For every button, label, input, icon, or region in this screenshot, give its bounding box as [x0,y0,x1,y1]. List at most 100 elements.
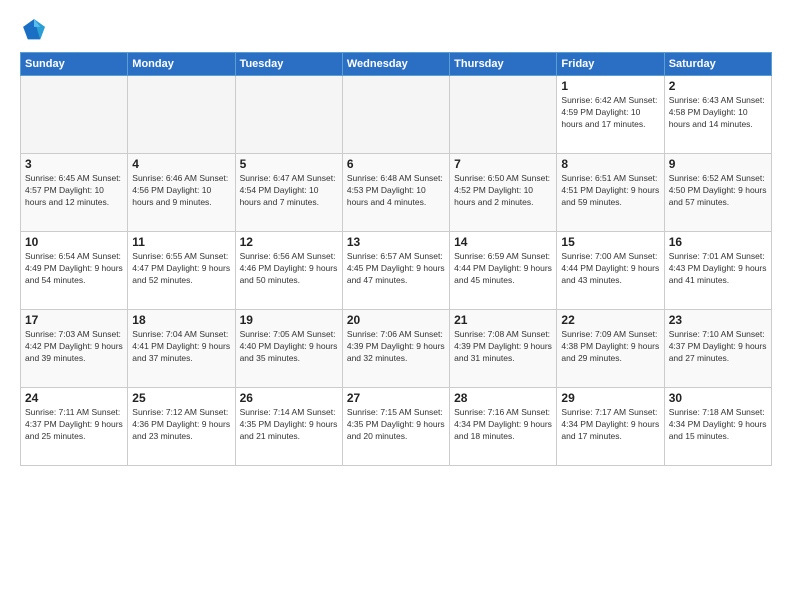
weekday-header-sunday: Sunday [21,53,128,76]
calendar-cell: 4 Sunrise: 6:46 AM Sunset: 4:56 PM Daylig… [128,154,235,232]
weekday-header-tuesday: Tuesday [235,53,342,76]
day-number: 5 [240,157,338,171]
calendar-week-1: 1Sunrise: 6:42 AM Sunset: 4:59 PM Daylig… [21,76,772,154]
calendar-cell: 3Sunrise: 6:45 AM Sunset: 4:57 PM Daylig… [21,154,128,232]
day-info: Sunrise: 7:12 AM Sunset: 4:36 PM Dayligh… [132,407,230,443]
calendar-cell: 12 Sunrise: 6:56 AM Sunset: 4:46 PM Dayli… [235,232,342,310]
calendar-cell: 28Sunrise: 7:16 AM Sunset: 4:34 PM Dayli… [450,388,557,466]
day-number: 6 [347,157,445,171]
day-number: 20 [347,313,445,327]
day-info: Sunrise: 6:50 AM Sunset: 4:52 PM Dayligh… [454,173,552,209]
calendar-cell [128,76,235,154]
calendar-cell [342,76,449,154]
calendar-cell: 15 Sunrise: 7:00 AM Sunset: 4:44 PM Dayli… [557,232,664,310]
calendar-cell: 7Sunrise: 6:50 AM Sunset: 4:52 PM Daylig… [450,154,557,232]
day-info: Sunrise: 6:43 AM Sunset: 4:58 PM Dayligh… [669,95,767,131]
logo [20,16,52,44]
day-info: Sunrise: 6:59 AM Sunset: 4:44 PM Dayligh… [454,251,552,287]
day-number: 29 [561,391,659,405]
day-number: 15 [561,235,659,249]
header [20,16,772,44]
calendar-table: SundayMondayTuesdayWednesdayThursdayFrid… [20,52,772,466]
calendar-cell: 27Sunrise: 7:15 AM Sunset: 4:35 PM Dayli… [342,388,449,466]
calendar-cell: 18 Sunrise: 7:04 AM Sunset: 4:41 PM Dayli… [128,310,235,388]
day-number: 21 [454,313,552,327]
day-number: 14 [454,235,552,249]
day-info: Sunrise: 7:18 AM Sunset: 4:34 PM Dayligh… [669,407,767,443]
day-number: 10 [25,235,123,249]
calendar-cell: 13 Sunrise: 6:57 AM Sunset: 4:45 PM Dayli… [342,232,449,310]
day-info: Sunrise: 7:14 AM Sunset: 4:35 PM Dayligh… [240,407,338,443]
day-info: Sunrise: 6:51 AM Sunset: 4:51 PM Dayligh… [561,173,659,209]
calendar-cell: 6 Sunrise: 6:48 AM Sunset: 4:53 PM Daylig… [342,154,449,232]
day-number: 4 [132,157,230,171]
day-number: 8 [561,157,659,171]
calendar-cell [235,76,342,154]
day-info: Sunrise: 6:47 AM Sunset: 4:54 PM Dayligh… [240,173,338,209]
page: SundayMondayTuesdayWednesdayThursdayFrid… [0,0,792,612]
day-info: Sunrise: 7:06 AM Sunset: 4:39 PM Dayligh… [347,329,445,365]
calendar-cell: 20 Sunrise: 7:06 AM Sunset: 4:39 PM Dayli… [342,310,449,388]
weekday-header-row: SundayMondayTuesdayWednesdayThursdayFrid… [21,53,772,76]
calendar-cell: 17Sunrise: 7:03 AM Sunset: 4:42 PM Dayli… [21,310,128,388]
calendar-cell: 21 Sunrise: 7:08 AM Sunset: 4:39 PM Dayli… [450,310,557,388]
day-info: Sunrise: 6:57 AM Sunset: 4:45 PM Dayligh… [347,251,445,287]
day-info: Sunrise: 7:10 AM Sunset: 4:37 PM Dayligh… [669,329,767,365]
day-number: 12 [240,235,338,249]
day-info: Sunrise: 6:54 AM Sunset: 4:49 PM Dayligh… [25,251,123,287]
calendar-week-2: 3Sunrise: 6:45 AM Sunset: 4:57 PM Daylig… [21,154,772,232]
calendar-cell: 22 Sunrise: 7:09 AM Sunset: 4:38 PM Dayli… [557,310,664,388]
day-info: Sunrise: 7:05 AM Sunset: 4:40 PM Dayligh… [240,329,338,365]
day-number: 9 [669,157,767,171]
day-info: Sunrise: 7:08 AM Sunset: 4:39 PM Dayligh… [454,329,552,365]
calendar-cell [450,76,557,154]
day-number: 16 [669,235,767,249]
calendar-cell: 25 Sunrise: 7:12 AM Sunset: 4:36 PM Dayli… [128,388,235,466]
day-number: 2 [669,79,767,93]
calendar-cell: 26 Sunrise: 7:14 AM Sunset: 4:35 PM Dayli… [235,388,342,466]
calendar-cell: 5 Sunrise: 6:47 AM Sunset: 4:54 PM Daylig… [235,154,342,232]
calendar-cell: 2 Sunrise: 6:43 AM Sunset: 4:58 PM Daylig… [664,76,771,154]
weekday-header-monday: Monday [128,53,235,76]
day-number: 30 [669,391,767,405]
day-info: Sunrise: 7:01 AM Sunset: 4:43 PM Dayligh… [669,251,767,287]
day-info: Sunrise: 6:56 AM Sunset: 4:46 PM Dayligh… [240,251,338,287]
day-number: 25 [132,391,230,405]
calendar-week-4: 17Sunrise: 7:03 AM Sunset: 4:42 PM Dayli… [21,310,772,388]
day-info: Sunrise: 7:15 AM Sunset: 4:35 PM Dayligh… [347,407,445,443]
weekday-header-thursday: Thursday [450,53,557,76]
weekday-header-friday: Friday [557,53,664,76]
day-info: Sunrise: 6:42 AM Sunset: 4:59 PM Dayligh… [561,95,659,131]
day-info: Sunrise: 7:17 AM Sunset: 4:34 PM Dayligh… [561,407,659,443]
calendar-week-5: 24 Sunrise: 7:11 AM Sunset: 4:37 PM Dayli… [21,388,772,466]
day-number: 11 [132,235,230,249]
calendar-cell: 11 Sunrise: 6:55 AM Sunset: 4:47 PM Dayli… [128,232,235,310]
calendar-cell: 10 Sunrise: 6:54 AM Sunset: 4:49 PM Dayli… [21,232,128,310]
calendar-cell: 30 Sunrise: 7:18 AM Sunset: 4:34 PM Dayli… [664,388,771,466]
day-number: 13 [347,235,445,249]
day-number: 26 [240,391,338,405]
day-info: Sunrise: 7:11 AM Sunset: 4:37 PM Dayligh… [25,407,123,443]
calendar-week-3: 10 Sunrise: 6:54 AM Sunset: 4:49 PM Dayli… [21,232,772,310]
calendar-cell: 16 Sunrise: 7:01 AM Sunset: 4:43 PM Dayli… [664,232,771,310]
day-info: Sunrise: 6:55 AM Sunset: 4:47 PM Dayligh… [132,251,230,287]
day-number: 18 [132,313,230,327]
calendar-cell: 29 Sunrise: 7:17 AM Sunset: 4:34 PM Dayli… [557,388,664,466]
day-info: Sunrise: 7:09 AM Sunset: 4:38 PM Dayligh… [561,329,659,365]
calendar-cell: 8 Sunrise: 6:51 AM Sunset: 4:51 PM Daylig… [557,154,664,232]
day-info: Sunrise: 6:52 AM Sunset: 4:50 PM Dayligh… [669,173,767,209]
day-info: Sunrise: 7:04 AM Sunset: 4:41 PM Dayligh… [132,329,230,365]
logo-icon [20,16,48,44]
day-info: Sunrise: 7:03 AM Sunset: 4:42 PM Dayligh… [25,329,123,365]
day-number: 23 [669,313,767,327]
weekday-header-wednesday: Wednesday [342,53,449,76]
day-info: Sunrise: 7:00 AM Sunset: 4:44 PM Dayligh… [561,251,659,287]
weekday-header-saturday: Saturday [664,53,771,76]
day-number: 22 [561,313,659,327]
day-number: 19 [240,313,338,327]
calendar-cell: 19 Sunrise: 7:05 AM Sunset: 4:40 PM Dayli… [235,310,342,388]
calendar-cell: 14 Sunrise: 6:59 AM Sunset: 4:44 PM Dayli… [450,232,557,310]
day-number: 24 [25,391,123,405]
day-info: Sunrise: 6:48 AM Sunset: 4:53 PM Dayligh… [347,173,445,209]
day-info: Sunrise: 6:46 AM Sunset: 4:56 PM Dayligh… [132,173,230,209]
